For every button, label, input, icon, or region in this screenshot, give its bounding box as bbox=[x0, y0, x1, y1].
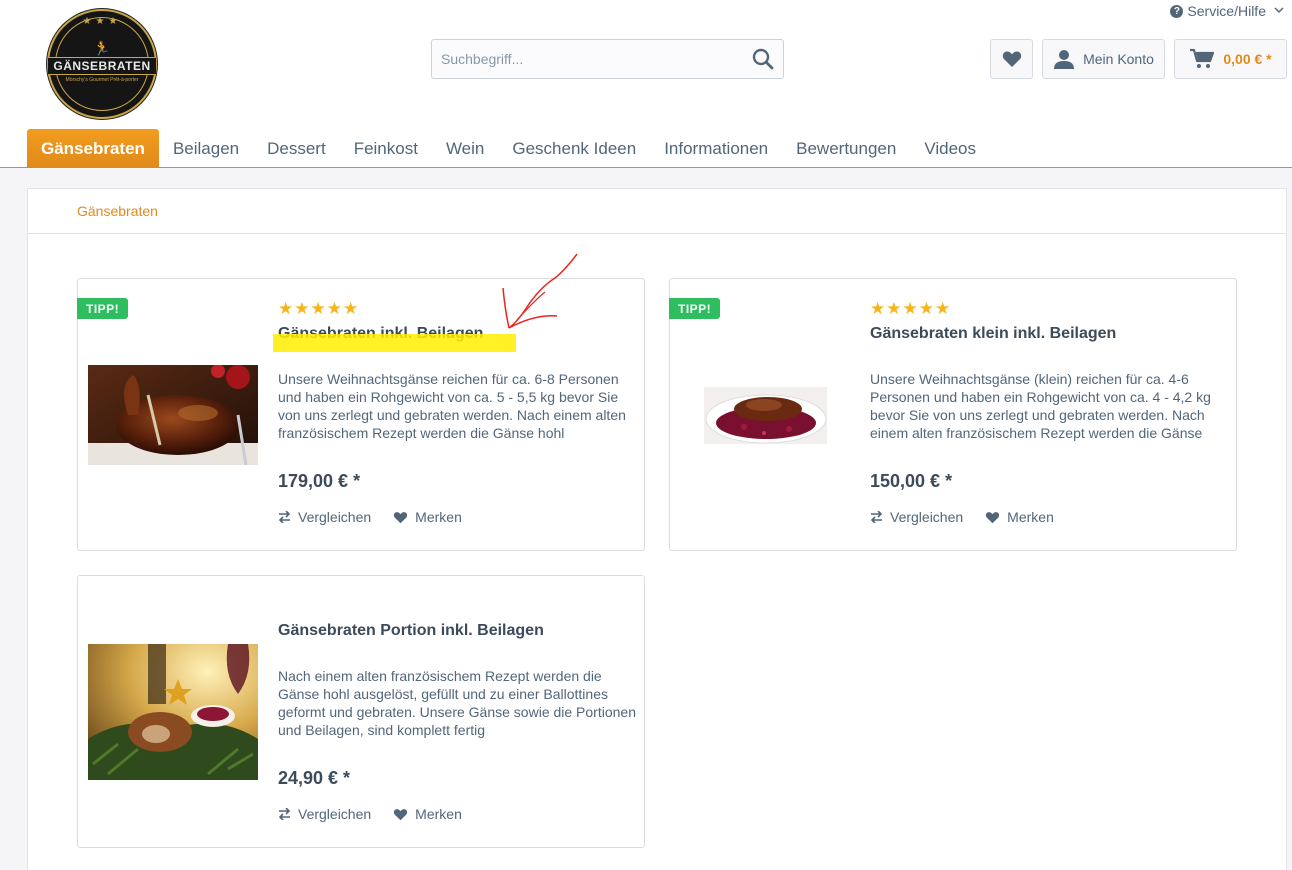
search-button[interactable] bbox=[743, 40, 783, 78]
product-actions: Vergleichen Merken bbox=[278, 806, 462, 822]
chevron-down-icon bbox=[1274, 6, 1284, 17]
nav-item-bewertungen[interactable]: Bewertungen bbox=[782, 129, 910, 168]
service-help-menu[interactable]: ? Service/Hilfe bbox=[1170, 3, 1284, 19]
nav-item-gaensebraten[interactable]: Gänsebraten bbox=[27, 129, 159, 168]
product-title[interactable]: Gänsebraten klein inkl. Beilagen bbox=[870, 325, 1116, 343]
breadcrumb-link[interactable]: Gänsebraten bbox=[77, 203, 158, 219]
product-price: 179,00 € * bbox=[278, 471, 361, 491]
wishlist-add-label: Merken bbox=[1007, 509, 1054, 525]
user-icon bbox=[1054, 50, 1075, 69]
compare-label: Vergleichen bbox=[890, 509, 964, 525]
compare-icon bbox=[278, 511, 291, 523]
product-image[interactable] bbox=[88, 644, 258, 780]
arrow-annotation bbox=[502, 253, 578, 329]
product-actions: Vergleichen Merken bbox=[870, 509, 1054, 525]
logo[interactable]: ★★★ 🏃 GÄNSEBRATEN Mörschy's Gourmet Prêt… bbox=[47, 9, 157, 119]
service-help-label: Service/Hilfe bbox=[1187, 3, 1266, 19]
product-description: Nach einem alten französischem Rezept we… bbox=[278, 668, 636, 738]
wishlist-button[interactable] bbox=[990, 39, 1033, 79]
account-button[interactable]: Mein Konto bbox=[1042, 39, 1165, 79]
nav-item-informationen[interactable]: Informationen bbox=[650, 129, 782, 168]
tipp-badge: TIPP! bbox=[77, 298, 129, 319]
heart-icon bbox=[986, 511, 1000, 523]
main-navigation: Gänsebraten Beilagen Dessert Feinkost We… bbox=[27, 129, 990, 168]
heart-icon bbox=[1002, 51, 1021, 67]
product-price: 150,00 € * bbox=[870, 471, 953, 491]
compare-icon bbox=[870, 511, 883, 523]
search-input[interactable] bbox=[432, 40, 743, 78]
logo-brand: GÄNSEBRATEN bbox=[48, 56, 156, 75]
product-image[interactable] bbox=[88, 365, 258, 465]
nav-item-beilagen[interactable]: Beilagen bbox=[159, 129, 253, 168]
tipp-badge: TIPP! bbox=[669, 298, 721, 319]
cart-amount: 0,00 € * bbox=[1223, 51, 1272, 67]
product-title[interactable]: Gänsebraten Portion inkl. Beilagen bbox=[278, 622, 544, 640]
rating-stars: ★★★★★ bbox=[278, 299, 360, 318]
cart-button[interactable]: 0,00 € * bbox=[1174, 39, 1287, 79]
compare-label: Vergleichen bbox=[298, 509, 372, 525]
product-description: Unsere Weihnachtsgänse (klein) reichen f… bbox=[870, 371, 1211, 441]
cart-icon bbox=[1190, 48, 1215, 68]
compare-button[interactable]: Vergleichen bbox=[278, 509, 371, 525]
product-card: TIPP! ★★★★★ Gänsebraten klein inkl. Beil… bbox=[669, 278, 1237, 551]
wishlist-add-button[interactable]: Merken bbox=[985, 509, 1054, 525]
wishlist-add-button[interactable]: Merken bbox=[393, 509, 462, 525]
help-icon: ? bbox=[1170, 4, 1184, 18]
logo-stars: ★★★ bbox=[82, 16, 122, 27]
product-image[interactable] bbox=[704, 387, 827, 444]
nav-item-videos[interactable]: Videos bbox=[910, 129, 990, 168]
rating-stars: ★★★★★ bbox=[870, 299, 952, 318]
wishlist-add-label: Merken bbox=[415, 806, 462, 822]
compare-button[interactable]: Vergleichen bbox=[278, 806, 371, 822]
wishlist-add-button[interactable]: Merken bbox=[393, 806, 462, 822]
product-actions: Vergleichen Merken bbox=[278, 509, 462, 525]
product-description: Unsere Weihnachtsgänse reichen für ca. 6… bbox=[278, 371, 626, 441]
nav-item-dessert[interactable]: Dessert bbox=[253, 129, 340, 168]
compare-button[interactable]: Vergleichen bbox=[870, 509, 963, 525]
highlight-annotation bbox=[273, 334, 516, 352]
product-price: 24,90 € * bbox=[278, 768, 351, 788]
breadcrumb: Gänsebraten bbox=[28, 189, 1286, 234]
compare-icon bbox=[278, 808, 291, 820]
search-icon bbox=[752, 48, 774, 70]
nav-item-feinkost[interactable]: Feinkost bbox=[340, 129, 432, 168]
product-card: Gänsebraten Portion inkl. Beilagen Nach … bbox=[77, 575, 645, 848]
account-label: Mein Konto bbox=[1083, 51, 1154, 67]
wishlist-add-label: Merken bbox=[415, 509, 462, 525]
nav-item-geschenk-ideen[interactable]: Geschenk Ideen bbox=[498, 129, 650, 168]
search-bar bbox=[431, 39, 784, 79]
nav-item-wein[interactable]: Wein bbox=[432, 129, 498, 168]
compare-label: Vergleichen bbox=[298, 806, 372, 822]
heart-icon bbox=[394, 808, 408, 820]
heart-icon bbox=[394, 511, 408, 523]
